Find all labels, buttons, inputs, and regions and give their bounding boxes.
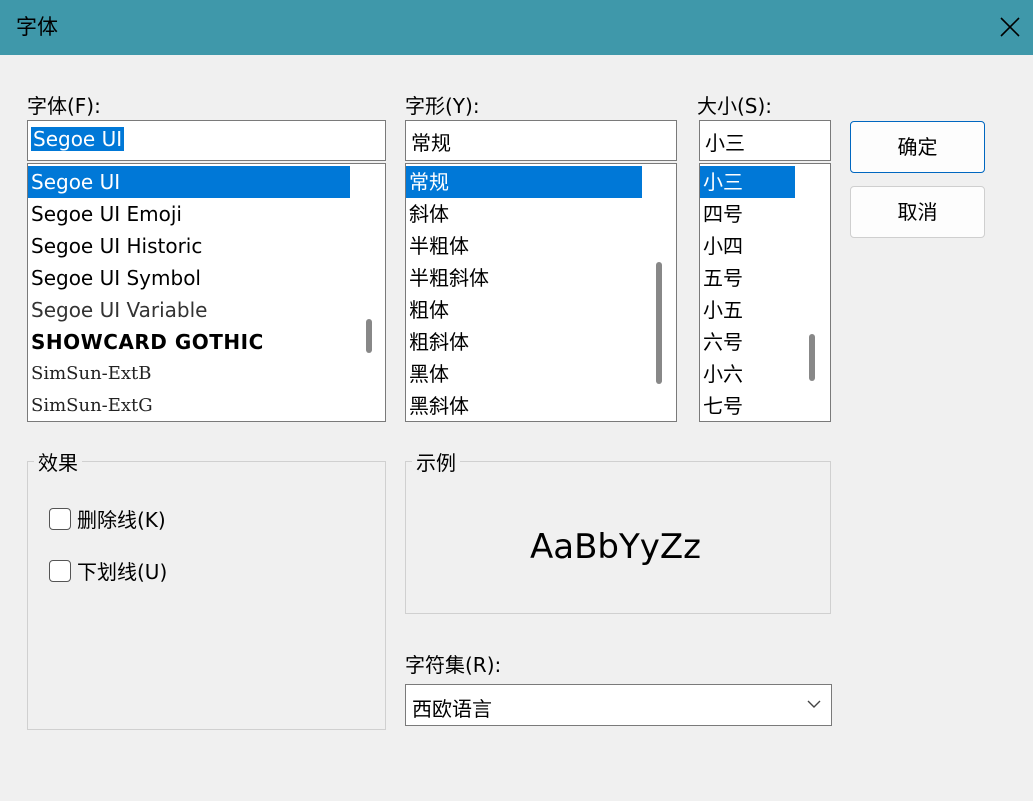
effects-group (27, 461, 386, 730)
strikeout-checkbox-box[interactable] (49, 507, 71, 530)
font-list-item[interactable]: Segoe UI Emoji (28, 198, 182, 230)
style-list-item[interactable]: 粗体 (406, 294, 449, 326)
style-input[interactable]: 常规 (405, 120, 677, 161)
size-list-item[interactable]: 七号 (700, 390, 743, 421)
font-input-value: Segoe UI (31, 127, 125, 151)
close-button[interactable] (987, 0, 1033, 55)
style-list-item[interactable]: 黑体 (406, 358, 449, 390)
strikeout-checkbox[interactable]: 删除线(K) (49, 504, 166, 533)
font-label: 字体(F): (27, 94, 101, 118)
underline-checkbox[interactable]: 下划线(U) (49, 556, 167, 585)
font-list-item[interactable]: Segoe UI Symbol (28, 262, 201, 294)
style-list-item[interactable]: 常规 (406, 166, 642, 198)
style-list-item[interactable]: 半粗体 (406, 230, 469, 262)
size-list-item[interactable]: 四号 (700, 198, 743, 230)
font-list-scrollbar[interactable] (366, 319, 372, 353)
size-list-item[interactable]: 小五 (700, 294, 743, 326)
cancel-button[interactable]: 取消 (850, 186, 985, 238)
size-list-item[interactable]: 小六 (700, 358, 743, 390)
dialog-title: 字体 (16, 15, 58, 39)
strikeout-label: 删除线(K) (77, 508, 166, 532)
style-list-item[interactable]: 斜体 (406, 198, 449, 230)
font-list-item[interactable]: SimSun-ExtG (28, 390, 153, 421)
style-list-item[interactable]: 粗斜体 (406, 326, 469, 358)
size-input[interactable]: 小三 (699, 120, 831, 161)
size-list-scrollbar[interactable] (809, 334, 815, 381)
font-list-item[interactable]: Segoe UI (28, 166, 350, 198)
style-input-value: 常规 (411, 131, 451, 155)
sample-text: AaBbYyZz (530, 527, 702, 567)
style-list[interactable]: 常规 斜体 半粗体 半粗斜体 粗体 粗斜体 黑体 黑斜体 (405, 163, 677, 422)
charset-value: 西欧语言 (412, 697, 492, 721)
font-list[interactable]: Segoe UI Segoe UI Emoji Segoe UI Histori… (27, 163, 386, 422)
size-list-item[interactable]: 小四 (700, 230, 743, 262)
close-icon (1000, 17, 1020, 37)
effects-label: 效果 (34, 447, 82, 476)
style-list-item[interactable]: 半粗斜体 (406, 262, 489, 294)
font-list-item[interactable]: SHOWCARD GOTHIC (28, 326, 264, 358)
underline-label: 下划线(U) (77, 560, 168, 584)
size-list-item[interactable]: 小三 (700, 166, 795, 198)
charset-label: 字符集(R): (405, 653, 502, 677)
style-list-scrollbar[interactable] (656, 262, 662, 384)
size-label: 大小(S): (697, 94, 773, 118)
size-input-value: 小三 (705, 131, 745, 155)
title-bar: 字体 (0, 0, 1033, 55)
size-list[interactable]: 小三 四号 小四 五号 小五 六号 小六 七号 (699, 163, 831, 422)
style-label: 字形(Y): (405, 94, 480, 118)
ok-button[interactable]: 确定 (850, 121, 985, 173)
size-list-item[interactable]: 五号 (700, 262, 743, 294)
font-list-item[interactable]: Segoe UI Historic (28, 230, 202, 262)
charset-select[interactable]: 西欧语言 (405, 684, 832, 726)
chevron-down-icon (807, 700, 821, 708)
font-input[interactable]: Segoe UI (27, 120, 386, 161)
font-list-item[interactable]: Segoe UI Variable (28, 294, 207, 326)
sample-label: 示例 (412, 447, 460, 476)
underline-checkbox-box[interactable] (49, 559, 71, 582)
style-list-item[interactable]: 黑斜体 (406, 390, 469, 421)
font-list-item[interactable]: SimSun-ExtB (28, 358, 152, 390)
size-list-item[interactable]: 六号 (700, 326, 743, 358)
